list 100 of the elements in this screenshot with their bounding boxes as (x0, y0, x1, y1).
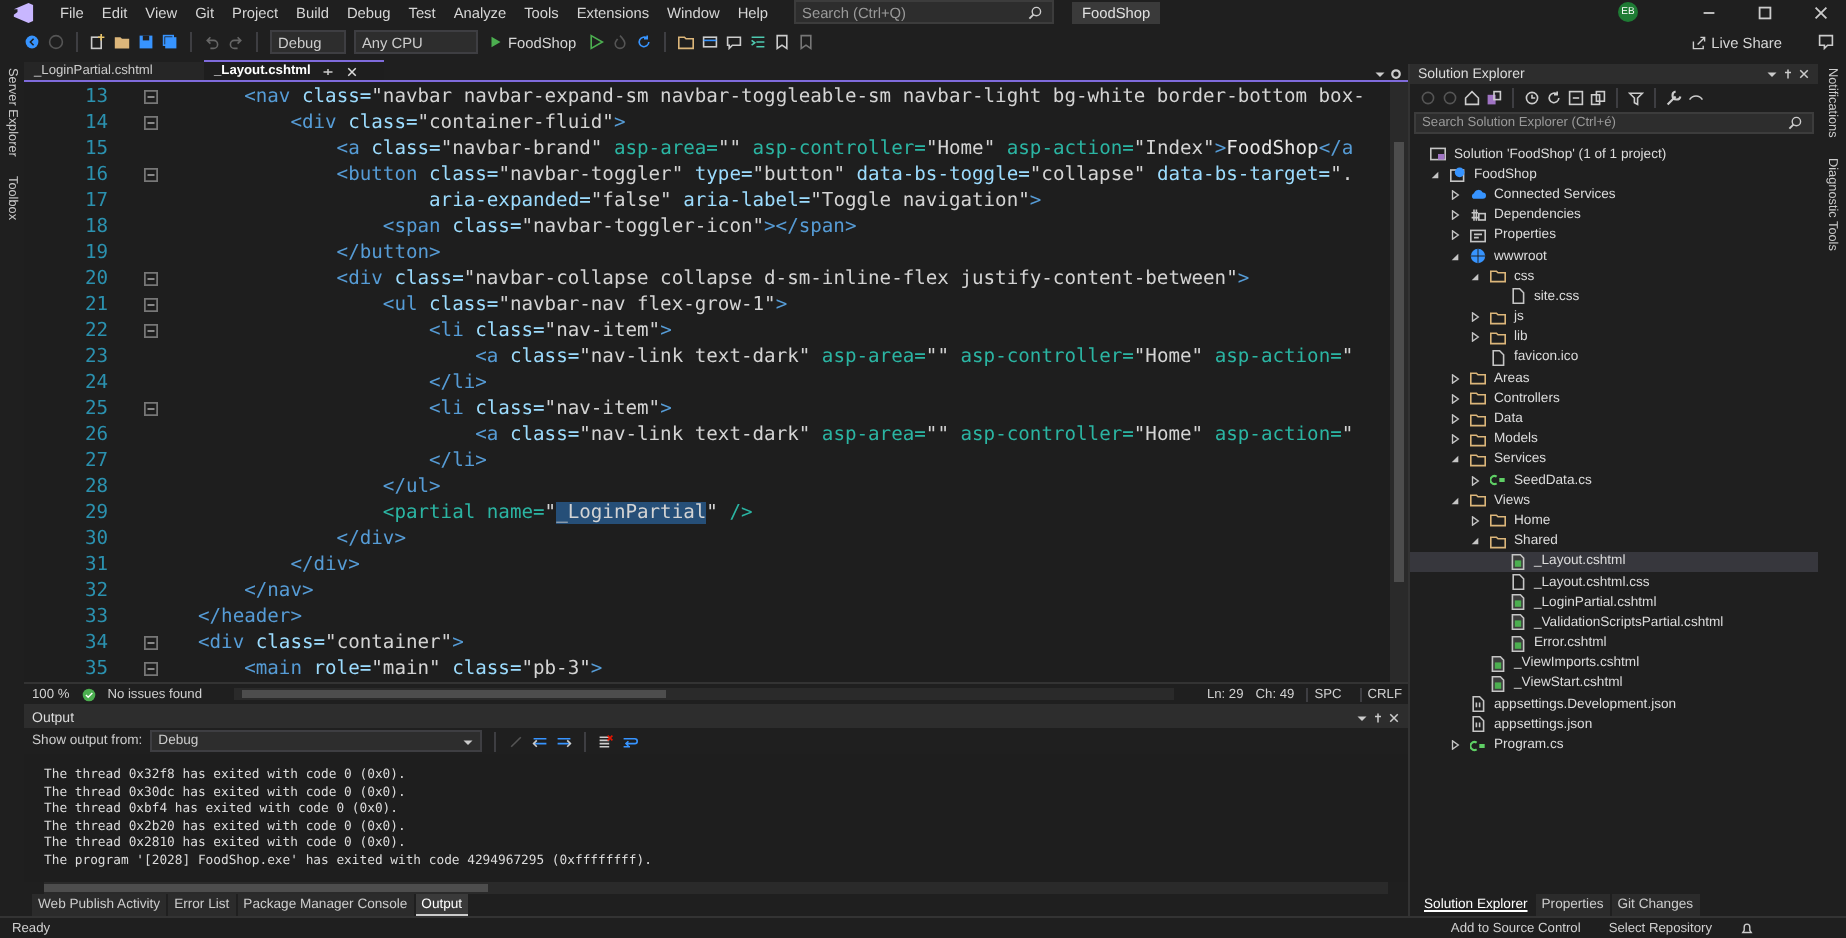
collapsed-arrow-icon[interactable] (1470, 475, 1480, 486)
collapse-icon[interactable] (144, 168, 158, 182)
line-number: 19 (82, 242, 108, 264)
feedback-icon[interactable] (1818, 34, 1834, 50)
refresh-icon[interactable] (1546, 89, 1562, 105)
dropdown-icon[interactable] (1374, 68, 1386, 80)
undo-icon[interactable] (204, 34, 220, 50)
pin-icon[interactable] (1782, 68, 1794, 80)
save-all-icon[interactable] (162, 34, 178, 50)
code-line: <li class="nav-item"> (427, 398, 672, 420)
code-line: <li class="nav-item"> (427, 320, 672, 342)
collapse-all-icon[interactable] (1568, 89, 1584, 105)
line-number: 23 (82, 346, 108, 368)
line-number: 14 (82, 112, 108, 134)
collapsed-arrow-icon[interactable] (1450, 210, 1460, 221)
indent-icon[interactable] (750, 34, 767, 50)
close-icon[interactable] (1798, 68, 1810, 80)
comment-icon[interactable] (726, 34, 743, 50)
code-file-icon (1490, 655, 1506, 672)
new-item-icon[interactable] (90, 34, 106, 50)
expanded-arrow-icon[interactable] (1450, 454, 1460, 465)
maximize-icon[interactable] (1756, 3, 1774, 21)
wrench-icon[interactable] (1666, 89, 1682, 105)
line-number: 30 (82, 528, 108, 550)
settings-icon[interactable] (1390, 68, 1402, 80)
expanded-arrow-icon[interactable] (1430, 169, 1440, 180)
search-icon (1028, 5, 1043, 19)
collapse-icon[interactable] (144, 324, 158, 338)
logo-icon[interactable] (12, 1, 34, 23)
history-icon[interactable] (1524, 89, 1540, 105)
pin-icon[interactable] (1372, 712, 1384, 724)
expanded-arrow-icon[interactable] (1450, 251, 1460, 262)
properties-icon (1470, 227, 1486, 244)
code-line: aria-expanded="false" aria-label="Toggle navigation"> (427, 190, 1042, 212)
collapse-icon[interactable] (144, 402, 158, 416)
collapsed-arrow-icon[interactable] (1450, 434, 1460, 445)
code-file-icon (1510, 553, 1526, 570)
collapsed-arrow-icon[interactable] (1450, 230, 1460, 241)
check-icon (81, 687, 96, 701)
redo-icon[interactable] (228, 34, 244, 50)
pin-icon[interactable] (322, 65, 335, 77)
code-line: <main role="main" class="pb-3"> (242, 658, 603, 680)
code-line: <div class="container-fluid"> (288, 112, 626, 134)
word-wrap-icon[interactable] (622, 733, 639, 749)
save-icon[interactable] (138, 34, 154, 50)
code-line: </button> (334, 242, 441, 264)
collapse-icon[interactable] (144, 272, 158, 286)
close-icon[interactable] (1388, 712, 1400, 724)
line-number: 33 (82, 606, 108, 628)
previous-message-icon[interactable] (532, 733, 549, 749)
collapsed-arrow-icon[interactable] (1450, 740, 1460, 751)
close-icon[interactable] (1812, 3, 1830, 21)
solution-icon (1430, 146, 1446, 163)
collapse-icon[interactable] (144, 662, 158, 676)
code-line: <div class="container"> (198, 632, 464, 654)
line-number: 21 (82, 294, 108, 316)
dropdown-icon[interactable] (1766, 68, 1778, 80)
scrollbar[interactable] (1390, 82, 1408, 682)
collapsed-arrow-icon[interactable] (1450, 414, 1460, 425)
scrollbar[interactable] (44, 882, 1388, 894)
code-file-icon (1490, 675, 1506, 692)
code-line: </nav> (242, 580, 314, 602)
collapse-icon[interactable] (144, 636, 158, 650)
folder-icon[interactable] (114, 34, 130, 50)
copy-icon[interactable] (1590, 89, 1606, 105)
scrollbar[interactable] (234, 688, 1175, 700)
code-line: <button class="navbar-toggler" type="button" data-bs-toggle="collapse" data-bs-target=". (334, 164, 1354, 186)
code-file-icon (1510, 614, 1526, 631)
search-icon (1788, 116, 1802, 130)
collapse-icon[interactable] (144, 90, 158, 104)
collapsed-arrow-icon[interactable] (1450, 189, 1460, 200)
collapsed-arrow-icon[interactable] (1470, 515, 1480, 526)
collapse-icon[interactable] (144, 298, 158, 312)
collapsed-arrow-icon[interactable] (1470, 332, 1480, 343)
collapsed-arrow-icon[interactable] (1470, 312, 1480, 323)
home-icon[interactable] (1464, 89, 1480, 105)
clear-all-icon[interactable] (598, 733, 615, 749)
window-icon[interactable] (702, 34, 719, 50)
back-icon[interactable] (24, 34, 40, 50)
expanded-arrow-icon[interactable] (1470, 536, 1480, 547)
folder-icon[interactable] (678, 34, 695, 50)
line-number: 17 (82, 190, 108, 212)
switch-views-icon[interactable] (1486, 89, 1502, 105)
next-message-icon[interactable] (556, 733, 573, 749)
filter-icon[interactable] (1628, 89, 1644, 105)
refresh-icon[interactable] (636, 34, 653, 50)
dropdown-icon[interactable] (1356, 712, 1368, 724)
line-number: 20 (82, 268, 108, 290)
caret-icon (462, 735, 475, 747)
collapsed-arrow-icon[interactable] (1450, 373, 1460, 384)
expanded-arrow-icon[interactable] (1450, 495, 1460, 506)
expanded-arrow-icon[interactable] (1470, 271, 1480, 282)
collapse-icon[interactable] (144, 116, 158, 130)
close-icon[interactable] (346, 65, 359, 77)
code-line: <span class="navbar-toggler-icon"></span> (380, 216, 857, 238)
line-number: 34 (82, 632, 108, 654)
code-file-icon (1510, 635, 1526, 652)
bell-icon[interactable] (1740, 921, 1754, 935)
start-without-debugging-icon[interactable] (588, 34, 605, 50)
collapsed-arrow-icon[interactable] (1450, 393, 1460, 404)
